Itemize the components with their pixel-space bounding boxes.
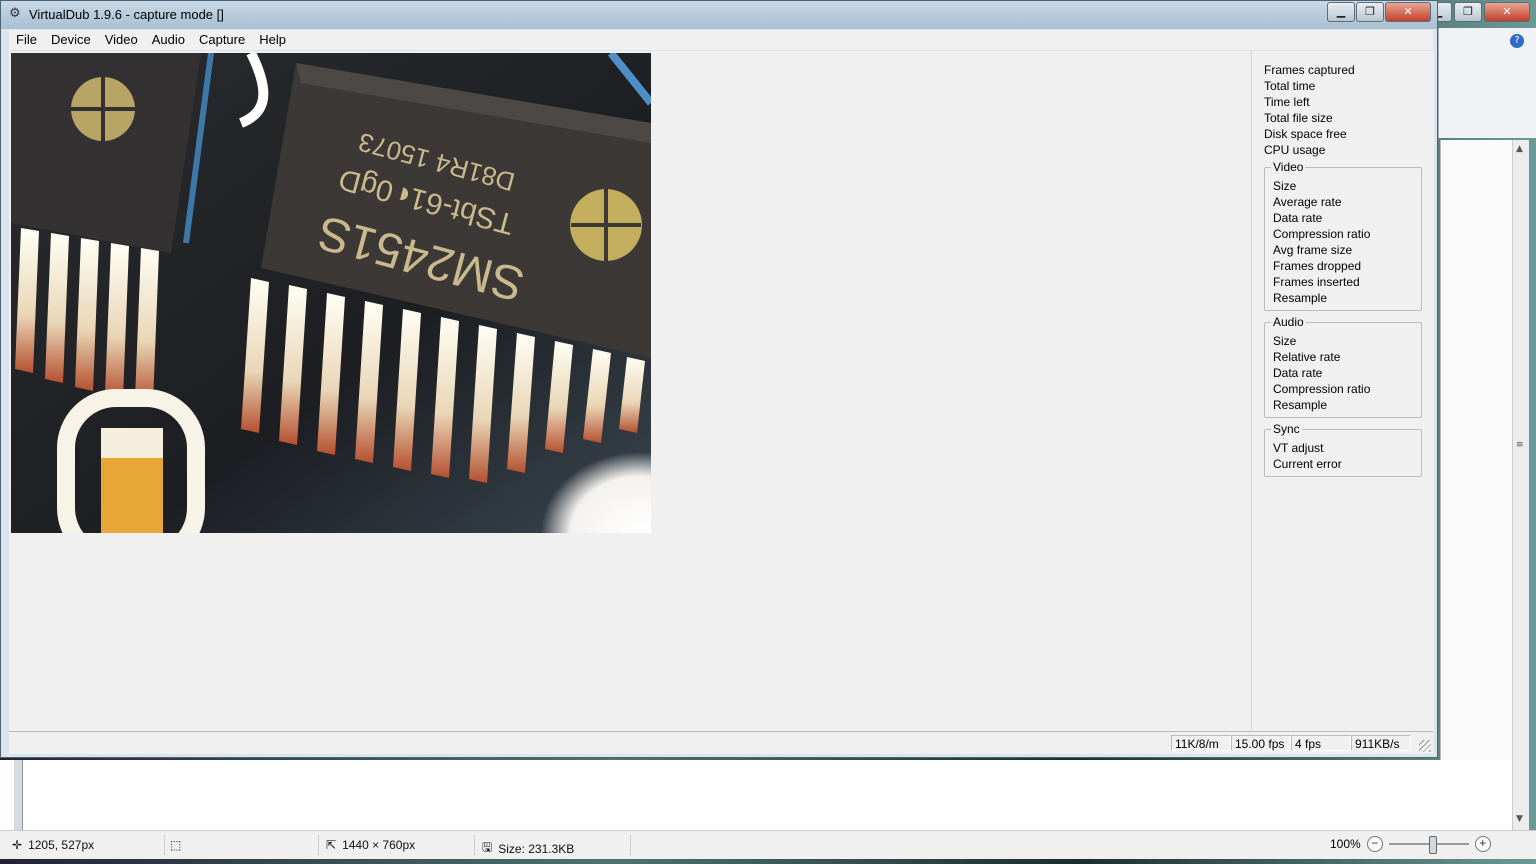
zoom-slider[interactable]	[1388, 836, 1469, 854]
sync-current-error: Current error	[1273, 457, 1342, 471]
video-frames-inserted: Frames inserted	[1273, 275, 1360, 289]
pcb-macro-image: SM2451S TSbt-61◐0gD D81R4 15073	[11, 53, 651, 533]
status-divider	[630, 835, 631, 855]
stat-time-left: Time left	[1264, 95, 1310, 109]
status-target-fps: 15.00 fps	[1231, 735, 1291, 751]
menu-capture[interactable]: Capture	[192, 30, 252, 50]
sync-group: Sync VT adjust Current error	[1264, 422, 1422, 477]
selection-icon: ⬚	[170, 838, 182, 852]
paint-canvas[interactable]	[0, 760, 1512, 830]
video-data-rate: Data rate	[1273, 211, 1323, 225]
video-average-rate: Average rate	[1273, 195, 1342, 209]
audio-data-rate: Data rate	[1273, 366, 1323, 380]
stat-total-time: Total time	[1264, 79, 1316, 93]
zoom-out-button[interactable]: −	[1366, 836, 1383, 852]
stat-total-file-size: Total file size	[1264, 111, 1333, 125]
zoom-level: 100%	[1330, 837, 1361, 851]
status-divider	[474, 835, 475, 855]
menu-file[interactable]: File	[9, 30, 44, 50]
close-button[interactable]: ✕	[1385, 2, 1431, 22]
minimize-button[interactable]: ▁	[1327, 2, 1355, 22]
window-controls: ▁ ❐ ✕	[1327, 2, 1431, 22]
save-icon: 🖫	[482, 840, 493, 854]
stat-frames-captured: Frames captured	[1264, 63, 1355, 77]
video-group: Video Size Average rate Data rate Compre…	[1264, 160, 1422, 311]
paint-close-button[interactable]: ✕	[1484, 2, 1530, 22]
video-group-title: Video	[1271, 160, 1306, 174]
virtualdub-window: ⚙ VirtualDub 1.9.6 - capture mode [] ▁ ❐…	[0, 0, 1438, 758]
audio-resample: Resample	[1273, 398, 1328, 412]
status-divider	[164, 835, 165, 855]
zoom-in-button[interactable]: +	[1474, 836, 1491, 852]
audio-group-title: Audio	[1271, 315, 1306, 329]
capture-client-area: SM2451S TSbt-61◐0gD D81R4 15073 Frames c…	[9, 51, 1434, 731]
maximize-button[interactable]: ❐	[1356, 2, 1384, 22]
menu-device[interactable]: Device	[44, 30, 98, 50]
status-data-rate: 911KB/s	[1351, 735, 1411, 751]
status-audio-format: 11K/8/m	[1171, 735, 1231, 751]
zoom-control: 100% − +	[1330, 836, 1491, 854]
status-divider	[318, 835, 319, 855]
menu-audio[interactable]: Audio	[145, 30, 192, 50]
virtualdub-app-icon[interactable]: ⚙	[9, 7, 23, 21]
paint-canvas-edge	[14, 760, 23, 830]
capture-status-bar: 11K/8/m 15.00 fps 4 fps 911KB/s	[9, 731, 1433, 754]
capture-stats-panel: Frames captured Total time Time left Tot…	[1251, 51, 1434, 731]
image-dimensions: ⇱ 1440 × 760px	[326, 838, 415, 852]
capture-preview: SM2451S TSbt-61◐0gD D81R4 15073	[11, 53, 651, 533]
video-resample: Resample	[1273, 291, 1328, 305]
cursor-position-text: 1205, 527px	[28, 838, 95, 852]
resize-icon: ⇱	[326, 838, 337, 852]
video-avg-frame-size: Avg frame size	[1273, 243, 1353, 257]
video-size: Size	[1273, 179, 1297, 193]
audio-size: Size	[1273, 334, 1297, 348]
scroll-up-icon[interactable]: ▲	[1516, 144, 1523, 154]
menu-bar: File Device Video Audio Capture Help	[9, 30, 1433, 50]
cursor-position: ✛ 1205, 527px	[12, 838, 94, 852]
video-frames-dropped: Frames dropped	[1273, 259, 1362, 273]
stat-disk-space-free: Disk space free	[1264, 127, 1347, 141]
menu-help[interactable]: Help	[252, 30, 293, 50]
crosshair-icon: ✛	[12, 838, 23, 852]
paint-maximize-button[interactable]: ❐	[1454, 2, 1482, 22]
scroll-grip-icon[interactable]: ≡	[1516, 440, 1524, 450]
audio-compression-ratio: Compression ratio	[1273, 382, 1371, 396]
audio-group: Audio Size Relative rate Data rate Compr…	[1264, 315, 1422, 418]
menu-video[interactable]: Video	[98, 30, 145, 50]
file-size: 🖫 Size: 231.3KB	[482, 838, 574, 859]
paint-window-controls: ▁ ❐ ✕	[1424, 2, 1530, 22]
video-compression-ratio: Compression ratio	[1273, 227, 1371, 241]
scroll-down-icon[interactable]: ▼	[1516, 814, 1523, 824]
window-title: VirtualDub 1.9.6 - capture mode []	[29, 7, 224, 22]
help-icon[interactable]: ?	[1510, 34, 1524, 48]
paint-vertical-scrollbar[interactable]: ▲ ≡ ▼	[1512, 140, 1529, 830]
status-actual-fps: 4 fps	[1291, 735, 1351, 751]
audio-relative-rate: Relative rate	[1273, 350, 1341, 364]
stat-cpu-usage: CPU usage	[1264, 143, 1326, 157]
paint-status-bar: ✛ 1205, 527px ⬚ ⇱ 1440 × 760px 🖫 Size: 2…	[0, 830, 1536, 859]
sync-vt-adjust: VT adjust	[1273, 441, 1324, 455]
resize-grip-icon[interactable]	[1419, 740, 1431, 752]
file-size-text: Size: 231.3KB	[498, 841, 575, 856]
title-bar[interactable]: ⚙ VirtualDub 1.9.6 - capture mode [] ▁ ❐…	[1, 1, 1437, 29]
sync-group-title: Sync	[1271, 422, 1302, 436]
zoom-slider-thumb[interactable]	[1428, 836, 1437, 854]
image-dimensions-text: 1440 × 760px	[342, 838, 416, 852]
paint-canvas-area	[1440, 140, 1513, 830]
selection-size: ⬚	[170, 838, 181, 852]
